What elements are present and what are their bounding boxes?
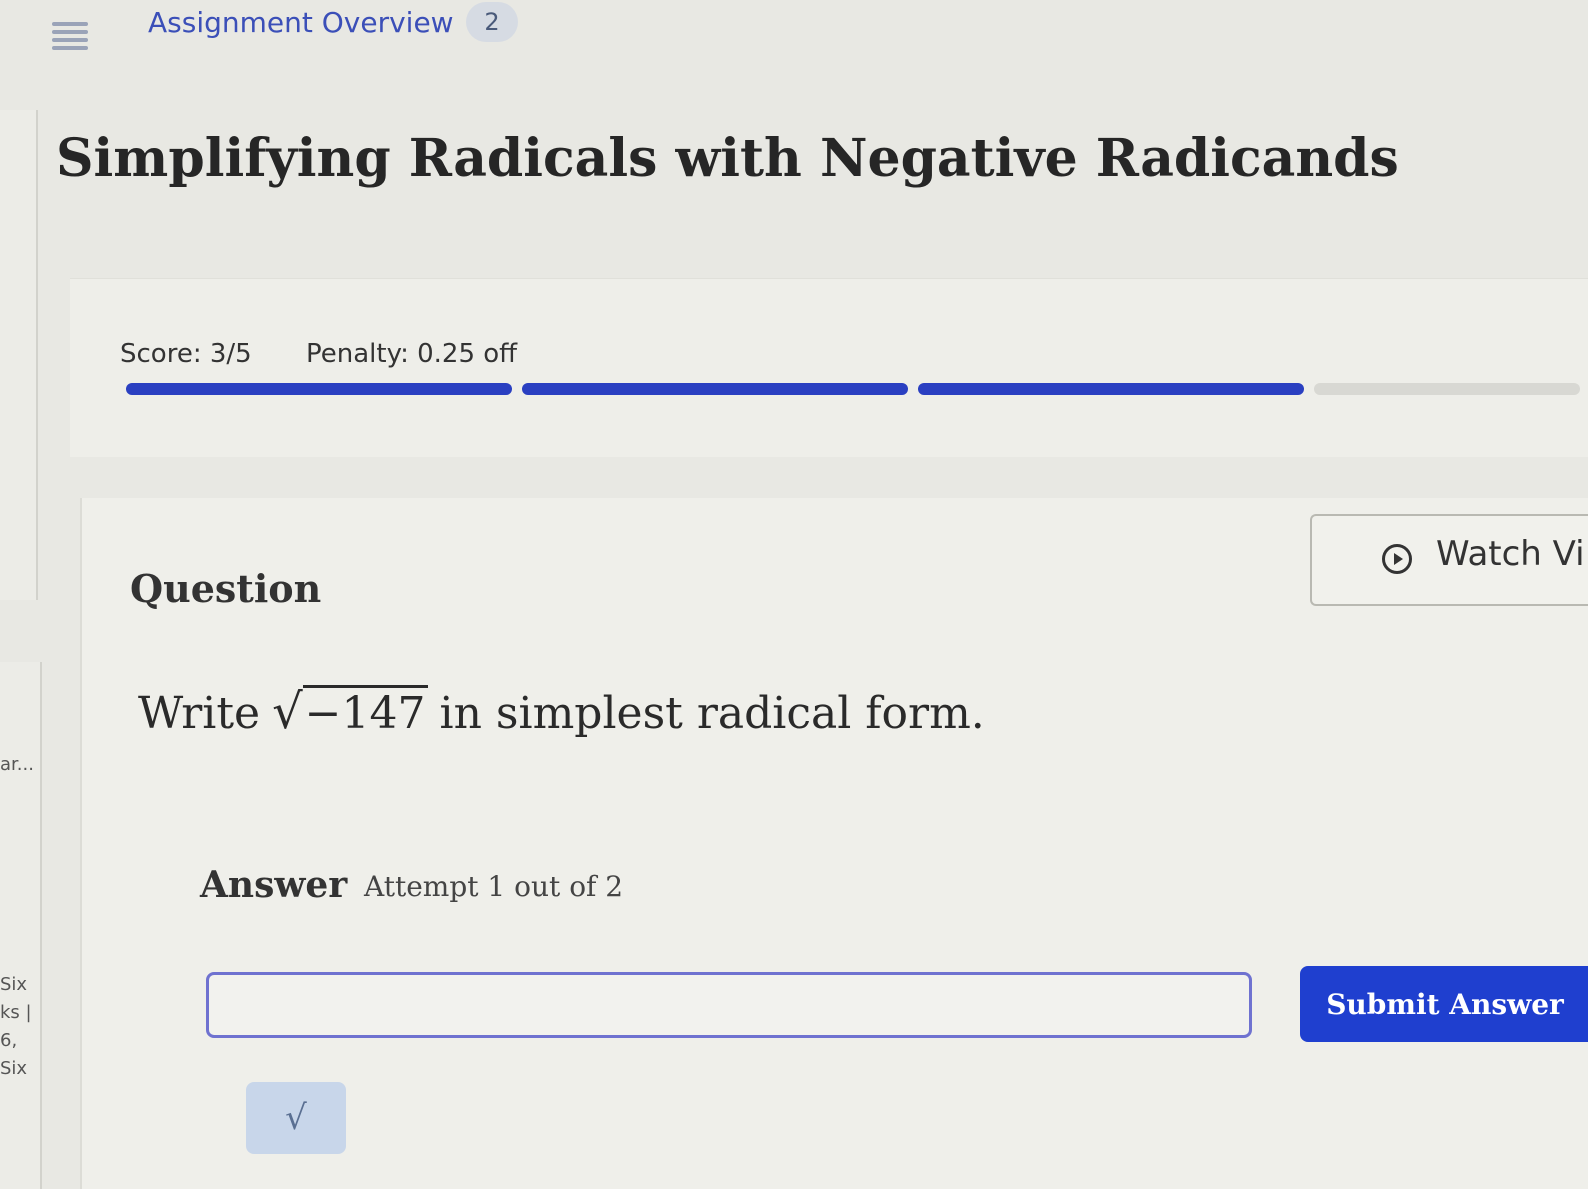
prompt-suffix: in simplest radical form.: [439, 688, 985, 739]
radical-expression: √ −147: [272, 684, 428, 740]
radicand: −147: [302, 685, 428, 739]
top-bar: Assignment Overview 2: [0, 0, 1588, 70]
sqrt-insert-button[interactable]: √: [246, 1082, 346, 1154]
progress-segment-complete: [522, 383, 908, 395]
overview-count-badge: 2: [466, 2, 518, 42]
progress-segment-complete: [918, 383, 1304, 395]
answer-heading: Answer: [200, 864, 348, 906]
page-title: Simplifying Radicals with Negative Radic…: [56, 128, 1399, 189]
assignment-overview-link[interactable]: Assignment Overview: [148, 6, 454, 39]
question-heading: Question: [130, 566, 322, 611]
answer-input[interactable]: [206, 972, 1252, 1038]
attempt-counter: Attempt 1 out of 2: [364, 870, 624, 903]
left-sidebar-panel: ar... Six ks | 6, Six: [0, 662, 42, 1189]
sidebar-fragment: Six: [0, 1058, 28, 1079]
sqrt-symbol: √: [272, 684, 303, 740]
question-prompt: Write √ −147 in simplest radical form.: [138, 684, 985, 740]
sidebar-fragment: ks |: [0, 1002, 32, 1023]
sidebar-fragment: ar...: [0, 754, 34, 775]
penalty-text: Penalty: 0.25 off: [306, 339, 518, 369]
watch-video-label: Watch Vi: [1436, 534, 1585, 574]
sidebar-fragment: 6,: [0, 1030, 18, 1051]
left-sidebar-strip: [0, 110, 38, 600]
progress-segment-empty: [1314, 383, 1580, 395]
submit-answer-button[interactable]: Submit Answer: [1300, 966, 1588, 1042]
score-text: Score: 3/5: [120, 339, 252, 369]
question-card: Question Watch Vi Write √ −147 in simple…: [80, 498, 1588, 1189]
progress-segment-complete: [126, 383, 512, 395]
play-circle-icon: [1382, 544, 1412, 574]
prompt-prefix: Write: [138, 688, 261, 739]
sidebar-fragment: Six: [0, 974, 28, 995]
menu-icon[interactable]: [52, 18, 88, 54]
watch-video-button[interactable]: Watch Vi: [1310, 514, 1588, 606]
score-card: Score: 3/5 Penalty: 0.25 off: [70, 278, 1588, 457]
